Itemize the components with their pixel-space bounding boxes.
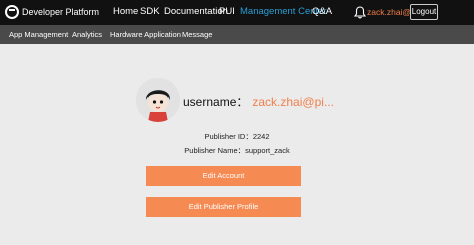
username-value: zack.zhai@pi... xyxy=(252,95,334,109)
logout-button[interactable]: Logout xyxy=(410,4,438,20)
nav-qa[interactable]: Q&A xyxy=(312,6,332,17)
username-label: username： xyxy=(183,95,249,109)
logo-icon[interactable] xyxy=(5,5,19,19)
edit-account-button[interactable]: Edit Account xyxy=(146,166,301,186)
nav-sdk[interactable]: SDK xyxy=(140,6,160,17)
brand-title[interactable]: Developer Platform xyxy=(22,7,99,17)
subnav-hardware-application[interactable]: Hardware Application xyxy=(110,30,181,39)
bell-icon[interactable] xyxy=(354,6,366,19)
avatar xyxy=(136,78,180,122)
top-navigation-bar: Developer Platform Home SDK Documentatio… xyxy=(0,0,474,25)
nav-home[interactable]: Home xyxy=(113,6,138,17)
sub-navigation-bar: App Management Analytics Hardware Applic… xyxy=(0,25,474,44)
subnav-message[interactable]: Message xyxy=(182,30,212,39)
nav-pui[interactable]: PUI xyxy=(219,6,235,17)
publisher-name: Publisher Name：support_zack xyxy=(184,146,290,155)
username-row: username： zack.zhai@pi... xyxy=(183,93,334,110)
edit-publisher-profile-button[interactable]: Edit Publisher Profile xyxy=(146,197,301,217)
subnav-analytics[interactable]: Analytics xyxy=(72,30,102,39)
publisher-id: Publisher ID：2242 xyxy=(204,132,270,141)
subnav-app-management[interactable]: App Management xyxy=(9,30,68,39)
